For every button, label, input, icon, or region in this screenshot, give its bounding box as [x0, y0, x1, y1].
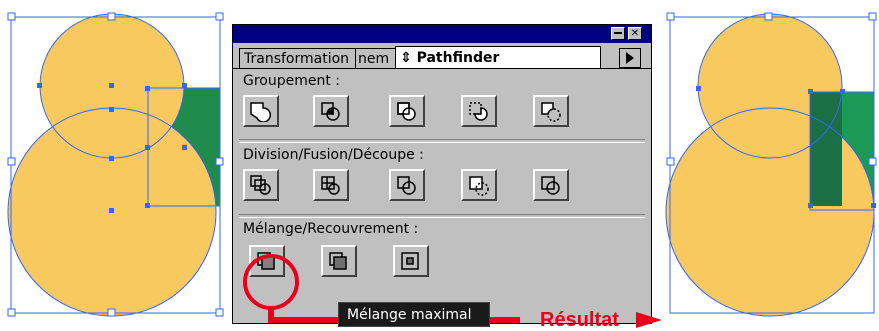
fusion-icon — [397, 176, 416, 195]
section-label-groupement: Groupement : — [243, 73, 341, 89]
melange-maximal-button[interactable] — [249, 245, 285, 277]
recadrer-button[interactable] — [461, 169, 497, 201]
artwork-result — [665, 12, 877, 317]
minimize-icon — [614, 32, 622, 34]
contour-button[interactable] — [533, 169, 569, 201]
fusion-button[interactable] — [389, 169, 425, 201]
melange-maximal-icon — [257, 252, 275, 270]
recouvrement-button[interactable] — [393, 245, 429, 277]
pathfinder-palette: ✕ Transformation nem ⇕ Pathfinder Groupe… — [232, 24, 652, 324]
melange-icon — [329, 252, 347, 270]
result-overlap-area — [810, 92, 842, 206]
soustraction-arriere-icon — [541, 102, 561, 122]
melange-button[interactable] — [321, 245, 357, 277]
recadrer-icon — [469, 176, 489, 196]
artwork-before — [7, 12, 224, 317]
intersection-button[interactable] — [313, 95, 349, 127]
result-label: Résultat — [540, 309, 619, 331]
triangle-right-icon — [626, 52, 634, 64]
exclusion-button[interactable] — [389, 95, 425, 127]
minimize-button[interactable] — [611, 27, 625, 40]
recouvrement-icon — [401, 252, 419, 270]
detourage-icon — [321, 176, 340, 195]
close-icon: ✕ — [630, 28, 640, 39]
detourage-button[interactable] — [313, 169, 349, 201]
division-icon — [250, 175, 271, 195]
tooltip: Mélange maximal — [338, 302, 490, 327]
soustraction-avant-button[interactable] — [461, 95, 497, 127]
exclusion-icon — [397, 102, 416, 121]
palette-titlebar[interactable]: ✕ — [233, 25, 651, 43]
section-label-melange: Mélange/Recouvrement : — [243, 221, 419, 237]
close-button[interactable]: ✕ — [628, 27, 642, 40]
division-button[interactable] — [243, 169, 279, 201]
tab-transformation[interactable]: Transformation — [239, 48, 357, 68]
soustraction-icon — [469, 102, 488, 121]
tab-pathfinder[interactable]: ⇕ Pathfinder — [395, 46, 601, 69]
tab-bar: Transformation nem ⇕ Pathfinder — [233, 43, 651, 69]
contour-icon — [541, 176, 560, 195]
palette-menu-button[interactable] — [619, 48, 641, 68]
unite-icon — [250, 102, 272, 122]
section-label-division: Division/Fusion/Découpe : — [243, 147, 424, 163]
tab-alignement[interactable]: nem — [355, 48, 397, 68]
intersection-icon — [321, 102, 340, 121]
unite-button[interactable] — [243, 95, 279, 127]
soustraction-arriere-button[interactable] — [533, 95, 569, 127]
